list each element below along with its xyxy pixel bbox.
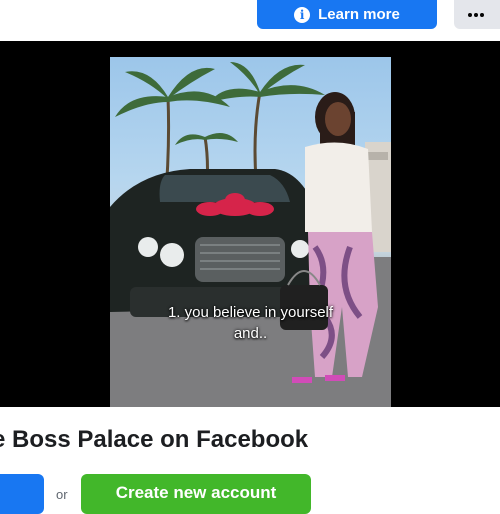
video-player[interactable]: 1. you believe in yourself and.. bbox=[0, 41, 500, 407]
caption-line-2: and.. bbox=[233, 325, 268, 342]
video-still-image bbox=[110, 62, 391, 407]
log-in-button[interactable] bbox=[0, 474, 44, 514]
page-heading: e Boss Palace on Facebook bbox=[0, 426, 309, 453]
info-icon: i bbox=[294, 6, 311, 23]
learn-more-button[interactable]: i Learn more bbox=[257, 0, 437, 29]
more-options-button[interactable] bbox=[454, 0, 500, 29]
create-new-account-button[interactable]: Create new account bbox=[81, 474, 311, 514]
video-caption: 1. you believe in yourself and.. bbox=[110, 302, 391, 344]
top-bar: i Learn more bbox=[0, 0, 500, 40]
caption-line-1: 1. you believe in yourself bbox=[167, 304, 334, 321]
more-horizontal-icon bbox=[468, 12, 484, 17]
video-frame[interactable]: 1. you believe in yourself and.. bbox=[110, 57, 391, 407]
learn-more-label: Learn more bbox=[318, 6, 400, 23]
